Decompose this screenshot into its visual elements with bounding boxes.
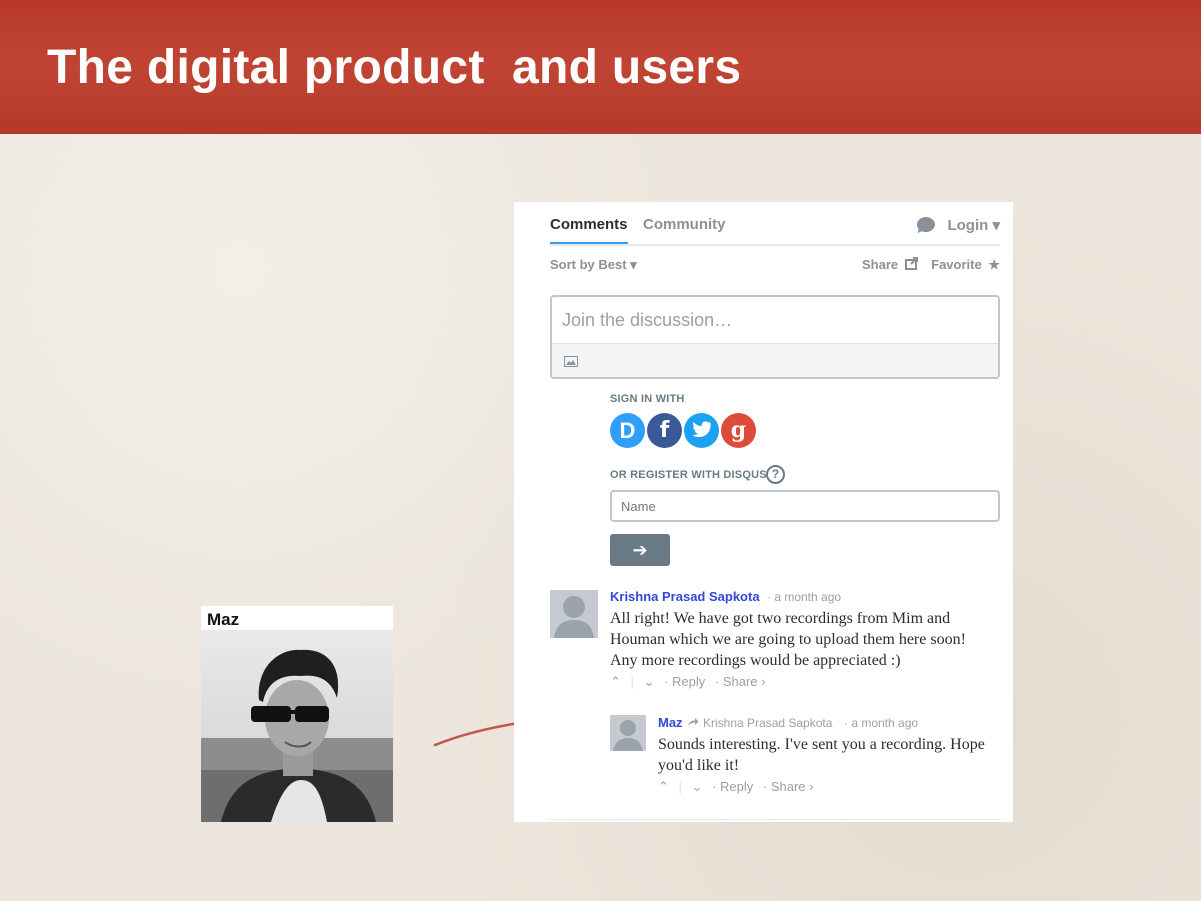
- share-link[interactable]: · Share ›: [715, 674, 766, 689]
- tab-community[interactable]: Community: [643, 216, 726, 233]
- reply-link[interactable]: · Reply: [712, 779, 753, 794]
- comment-author[interactable]: Maz: [658, 715, 683, 730]
- reply-to-name[interactable]: Krishna Prasad Sapkota: [703, 716, 832, 730]
- upvote-icon[interactable]: ⌃: [610, 674, 621, 689]
- comment-body: Sounds interesting. I've sent you a reco…: [658, 734, 985, 776]
- comment-line: you'd like it!: [658, 757, 740, 774]
- comment-actions: ⌃ | ⌄ · Reply · Share ›: [610, 674, 771, 690]
- avatar[interactable]: [550, 590, 598, 638]
- comment-line: Sounds interesting. I've sent you a reco…: [658, 736, 985, 753]
- reply-link[interactable]: · Reply: [664, 674, 705, 689]
- favorite-label: Favorite: [931, 257, 982, 272]
- profile-name: Maz: [207, 610, 240, 629]
- notification-bubble-icon[interactable]: [916, 216, 936, 234]
- comment-composer[interactable]: Join the discussion…: [550, 295, 1000, 379]
- twitter-bird-icon: [691, 421, 711, 438]
- avatar[interactable]: [610, 715, 646, 751]
- social-login-group: D f g: [610, 413, 760, 449]
- login-menu[interactable]: Login ▾: [947, 216, 1000, 234]
- sign-in-label: SIGN IN WITH: [610, 393, 685, 405]
- profile-photo: [201, 630, 393, 822]
- comments-panel: Comments Community Login ▾ Sort by Best …: [514, 202, 1013, 822]
- star-icon: ★: [988, 257, 1000, 272]
- comment-line: Houman which we are going to upload them…: [610, 631, 966, 648]
- default-avatar-icon: [554, 596, 594, 638]
- disqus-login-icon[interactable]: D: [610, 413, 645, 448]
- twitter-login-icon[interactable]: [684, 413, 719, 448]
- favorite-button[interactable]: Favorite ★: [931, 257, 1000, 273]
- help-icon[interactable]: ?: [766, 465, 785, 484]
- vote-divider: |: [678, 779, 682, 794]
- compose-placeholder[interactable]: Join the discussion…: [562, 310, 732, 331]
- default-avatar-icon: [613, 720, 643, 751]
- comment-body: All right! We have got two recordings fr…: [610, 608, 966, 671]
- share-link[interactable]: · Share ›: [763, 779, 814, 794]
- comment-line: Any more recordings would be appreciated…: [610, 652, 901, 669]
- image-upload-icon[interactable]: [564, 356, 578, 367]
- slide-title: The digital product and users: [47, 41, 742, 94]
- google-login-icon[interactable]: g: [721, 413, 756, 448]
- title-banner: The digital product and users: [0, 0, 1201, 134]
- share-thread-button[interactable]: Share: [862, 257, 919, 272]
- downvote-icon[interactable]: ⌄: [692, 779, 703, 794]
- divider: [550, 819, 1000, 820]
- comment-line: All right! We have got two recordings fr…: [610, 610, 951, 627]
- register-label: OR REGISTER WITH DISQUS: [610, 469, 767, 481]
- share-thread-label: Share: [862, 257, 899, 272]
- profile-card: Maz: [201, 606, 393, 822]
- name-field[interactable]: [610, 490, 1000, 522]
- share-icon: [904, 257, 918, 270]
- downvote-icon[interactable]: ⌄: [644, 674, 655, 689]
- comment-author[interactable]: Krishna Prasad Sapkota: [610, 589, 760, 604]
- tab-comments[interactable]: Comments: [550, 216, 628, 233]
- active-tab-indicator: [550, 242, 628, 244]
- reply-arrow-icon: [688, 718, 699, 726]
- comment-time[interactable]: · a month ago: [844, 716, 918, 730]
- upvote-icon[interactable]: ⌃: [658, 779, 669, 794]
- vote-divider: |: [630, 674, 634, 689]
- facebook-login-icon[interactable]: f: [647, 413, 682, 448]
- submit-arrow-button[interactable]: ➔: [610, 534, 670, 566]
- comment-actions: ⌃ | ⌄ · Reply · Share ›: [658, 779, 819, 795]
- comment-time[interactable]: · a month ago: [767, 590, 841, 604]
- sort-dropdown[interactable]: Sort by Best ▾: [550, 257, 637, 273]
- sort-bar: Sort by Best ▾ Share Favorite ★: [550, 257, 1000, 277]
- tab-bar: Comments Community Login ▾: [550, 202, 1000, 246]
- compose-toolbar: [552, 343, 998, 377]
